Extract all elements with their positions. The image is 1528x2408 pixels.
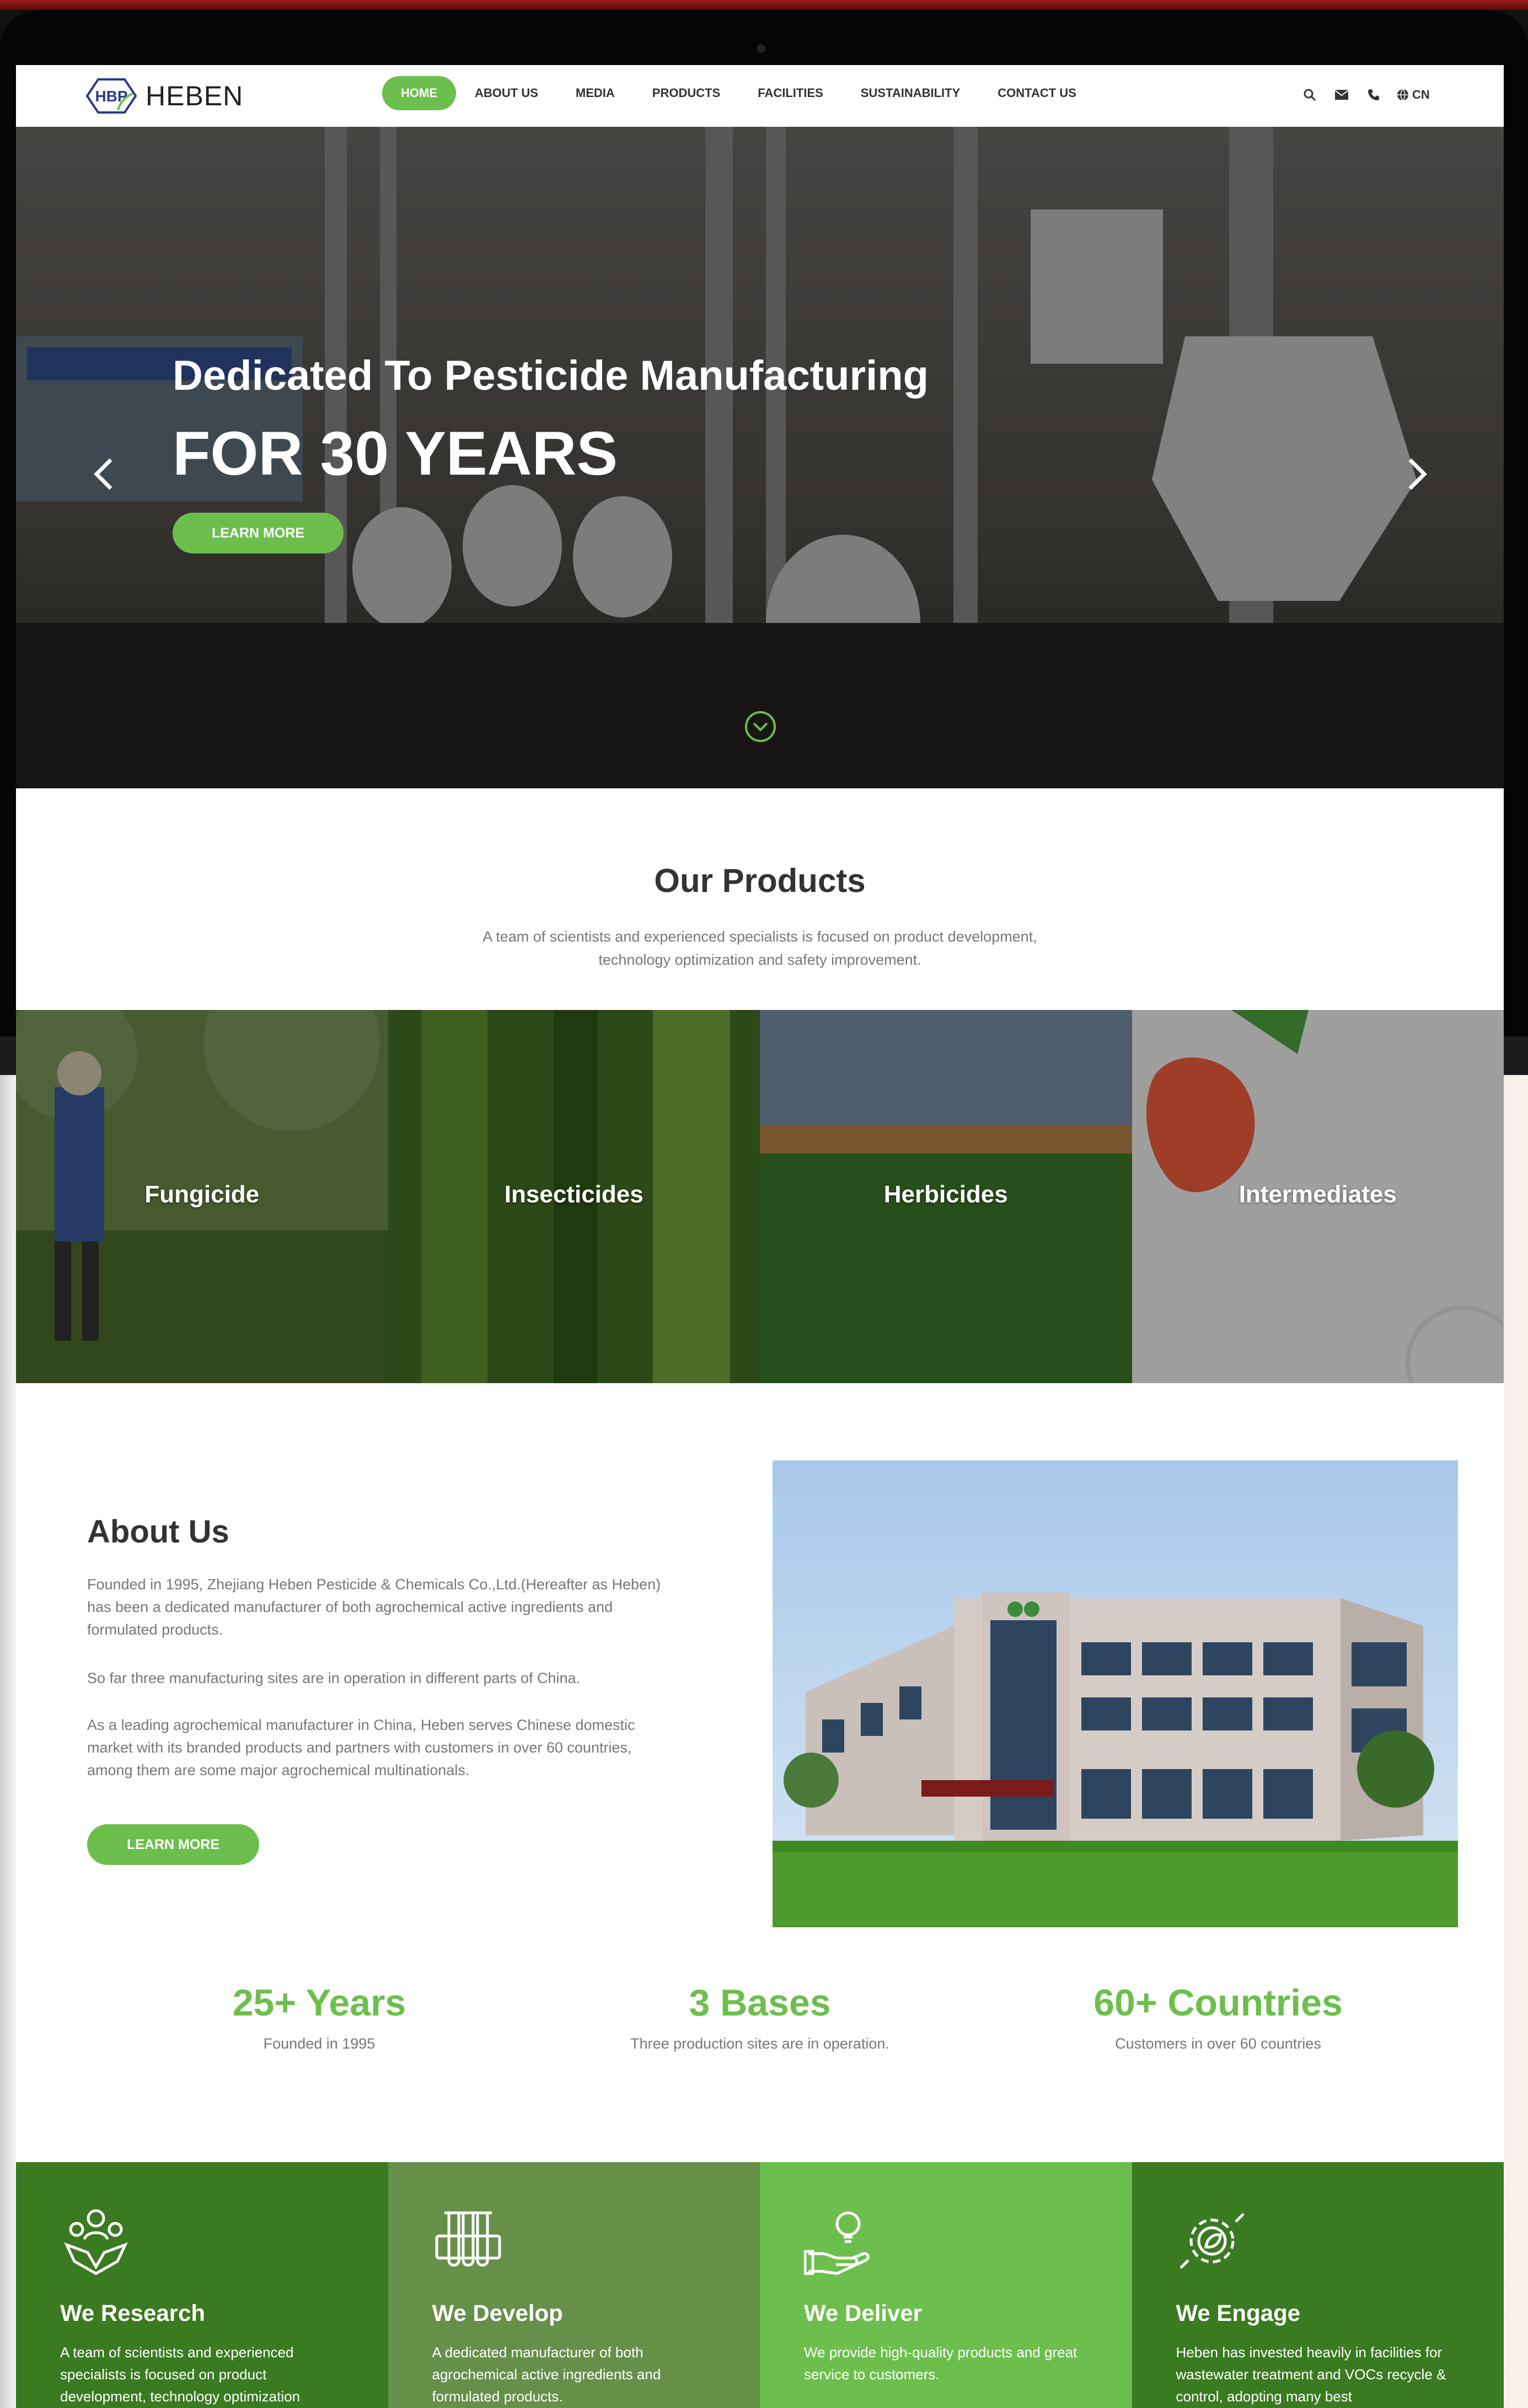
- tile-fungicide[interactable]: Fungicide: [16, 1010, 388, 1383]
- feature-research-text: A team of scientists and experienced spe…: [60, 2344, 301, 2405]
- feature-deliver-text: We provide high-quality products and gre…: [804, 2344, 1077, 2383]
- headquarters-building-image: [773, 1460, 1458, 1927]
- feature-develop-title: We Develop: [432, 2300, 563, 2326]
- stat-bases-value: 3 Bases: [689, 1982, 831, 2024]
- slider-next-icon[interactable]: [1400, 452, 1433, 496]
- hero-learn-more-button[interactable]: LEARN MORE: [173, 513, 344, 553]
- header-tools: CN: [1301, 79, 1430, 110]
- feature-develop-text: A dedicated manufacturer of both agroche…: [432, 2344, 661, 2405]
- mail-icon[interactable]: [1333, 86, 1350, 104]
- gear-leaf-icon: [1179, 2213, 1245, 2269]
- feature-deliver[interactable]: We Deliver We provide high-quality produ…: [760, 2162, 1132, 2408]
- hero-title: FOR 30 YEARS: [173, 419, 618, 488]
- device-frame-top: [0, 0, 1528, 10]
- device-side-right: [1504, 1075, 1528, 2408]
- about-p3-line3: among them are some major agrochemical m…: [87, 1762, 470, 1778]
- products-description-line2: technology optimization and safety impro…: [598, 952, 921, 968]
- logo-text[interactable]: HEBEN: [146, 76, 243, 116]
- stat-bases: 3 Bases Three production sites are in op…: [539, 1981, 980, 2052]
- feature-research-title: We Research: [60, 2300, 206, 2326]
- stat-countries-caption: Customers in over 60 countries: [1115, 2035, 1321, 2052]
- about-p1-line2: has been a dedicated manufacturer of bot…: [87, 1599, 613, 1615]
- feature-engage-title: We Engage: [1176, 2300, 1301, 2326]
- features-strip: We Research A team of scientists and exp…: [16, 2162, 1504, 2408]
- nav-facilities[interactable]: FACILITIES: [739, 76, 842, 110]
- about-paragraph-2: So far three manufacturing sites are in …: [87, 1670, 581, 1686]
- feature-engage-text: Heben has invested heavily in facilities…: [1176, 2344, 1446, 2405]
- about-p3-line2: market with its branded products and par…: [87, 1739, 632, 1756]
- about-section: About Us Founded in 1995, Zhejiang Heben…: [16, 1383, 1504, 2162]
- about-p1-line1: Founded in 1995, Zhejiang Heben Pesticid…: [87, 1576, 661, 1593]
- about-learn-more-button[interactable]: LEARN MORE: [87, 1824, 259, 1865]
- about-heading: About Us: [87, 1514, 229, 1550]
- tile-insecticides[interactable]: Insecticides: [388, 1010, 760, 1383]
- feature-deliver-title: We Deliver: [804, 2300, 922, 2326]
- about-paragraph-3: As a leading agrochemical manufacturer i…: [87, 1714, 705, 1782]
- tile-herbicides[interactable]: Herbicides: [760, 1010, 1132, 1383]
- device-side-left: [0, 1075, 16, 2408]
- feature-research[interactable]: We Research A team of scientists and exp…: [16, 2162, 388, 2408]
- nav-about-us[interactable]: ABOUT US: [456, 76, 557, 110]
- products-description-line1: A team of scientists and experienced spe…: [482, 928, 1037, 945]
- globe-icon: [1397, 89, 1408, 101]
- logo-mark-icon[interactable]: HBP: [86, 77, 137, 115]
- scroll-down-icon[interactable]: [744, 710, 777, 743]
- tile-fungicide-label: Fungicide: [144, 1181, 260, 1208]
- about-p3-line1: As a leading agrochemical manufacturer i…: [87, 1717, 635, 1733]
- hand-lightbulb-icon: [804, 2211, 870, 2275]
- nav-sustainability[interactable]: SUSTAINABILITY: [842, 76, 979, 110]
- product-tiles: Fungicide Insecticides Herbicides Interm…: [16, 1010, 1504, 1383]
- stat-countries-value: 60+ Countries: [1093, 1982, 1343, 2024]
- nav-media[interactable]: MEDIA: [557, 76, 634, 110]
- stat-years: 25+ Years Founded in 1995: [99, 1981, 540, 2052]
- tile-herbicides-label: Herbicides: [883, 1181, 1008, 1208]
- hero-subtitle: Dedicated To Pesticide Manufacturing: [173, 352, 929, 399]
- camera-dot: [757, 44, 765, 53]
- tile-intermediates-label: Intermediates: [1239, 1181, 1397, 1208]
- nav-contact-us[interactable]: CONTACT US: [979, 76, 1095, 110]
- team-icon: [64, 2209, 128, 2275]
- device-side-notch-right: [1504, 1036, 1528, 1075]
- stat-countries: 60+ Countries Customers in over 60 count…: [998, 1981, 1439, 2052]
- hero-slider: Dedicated To Pesticide Manufacturing FOR…: [16, 127, 1504, 788]
- main-nav: HOME ABOUT US MEDIA PRODUCTS FACILITIES …: [382, 76, 1095, 110]
- products-description: A team of scientists and experienced spe…: [457, 925, 1063, 971]
- stat-bases-caption: Three production sites are in operation.: [630, 2035, 889, 2052]
- slider-prev-icon[interactable]: [88, 452, 121, 496]
- nav-products[interactable]: PRODUCTS: [634, 76, 739, 110]
- test-tubes-icon: [435, 2211, 501, 2267]
- tile-intermediates[interactable]: Intermediates: [1132, 1010, 1504, 1383]
- phone-icon[interactable]: [1365, 86, 1382, 104]
- language-switch[interactable]: CN: [1397, 88, 1430, 102]
- website-screen: HBP HEBEN HOME ABOUT US MEDIA PRODUCTS F…: [16, 65, 1504, 2408]
- nav-home[interactable]: HOME: [382, 76, 456, 110]
- feature-develop[interactable]: We Develop A dedicated manufacturer of b…: [388, 2162, 760, 2408]
- feature-engage[interactable]: We Engage Heben has invested heavily in …: [1132, 2162, 1504, 2408]
- about-paragraph-1: Founded in 1995, Zhejiang Heben Pesticid…: [87, 1573, 705, 1641]
- search-icon[interactable]: [1301, 86, 1318, 104]
- device-side-notch-left: [0, 1036, 16, 1075]
- site-header: HBP HEBEN HOME ABOUT US MEDIA PRODUCTS F…: [16, 65, 1504, 127]
- products-heading: Our Products: [654, 862, 866, 899]
- stat-years-value: 25+ Years: [232, 1982, 406, 2024]
- language-label: CN: [1412, 88, 1430, 101]
- about-p1-line3: formulated products.: [87, 1621, 223, 1638]
- tile-insecticides-label: Insecticides: [504, 1181, 644, 1208]
- stat-years-caption: Founded in 1995: [263, 2035, 376, 2052]
